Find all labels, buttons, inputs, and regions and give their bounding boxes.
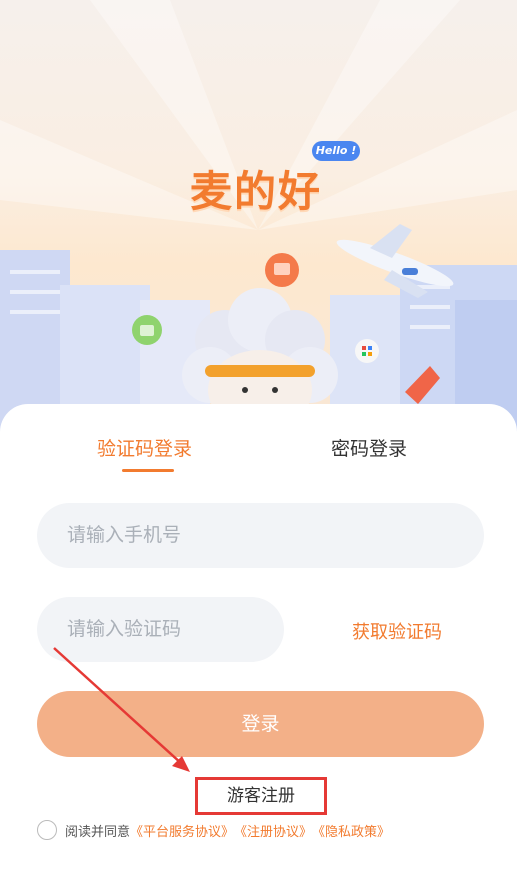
phone-input[interactable]: 请输入手机号 [37, 503, 484, 568]
privacy-policy-link[interactable]: 《隐私政策》 [312, 821, 390, 840]
hello-badge: Hello ! [312, 141, 360, 161]
tab-active-indicator [122, 469, 174, 472]
platform-service-agreement-link[interactable]: 《平台服务协议》 [130, 821, 234, 840]
login-button[interactable]: 登录 [37, 691, 484, 757]
tab-password-login[interactable]: 密码登录 [331, 434, 407, 461]
background-rays [0, 0, 517, 440]
tab-sms-login[interactable]: 验证码登录 [97, 434, 192, 461]
registration-agreement-link[interactable]: 《注册协议》 [234, 821, 312, 840]
hero-banner: 麦的好 Hello ! [0, 0, 517, 440]
get-code-button[interactable]: 获取验证码 [352, 618, 442, 644]
agreement-checkbox[interactable] [37, 820, 57, 840]
guest-register-button[interactable]: 游客注册 [195, 777, 327, 815]
agreement-row: 阅读并同意 《平台服务协议》 《注册协议》 《隐私政策》 [37, 819, 390, 841]
agreement-prefix: 阅读并同意 [65, 824, 131, 840]
app-logo: 麦的好 [190, 167, 323, 216]
verification-code-input[interactable]: 请输入验证码 [37, 597, 284, 662]
